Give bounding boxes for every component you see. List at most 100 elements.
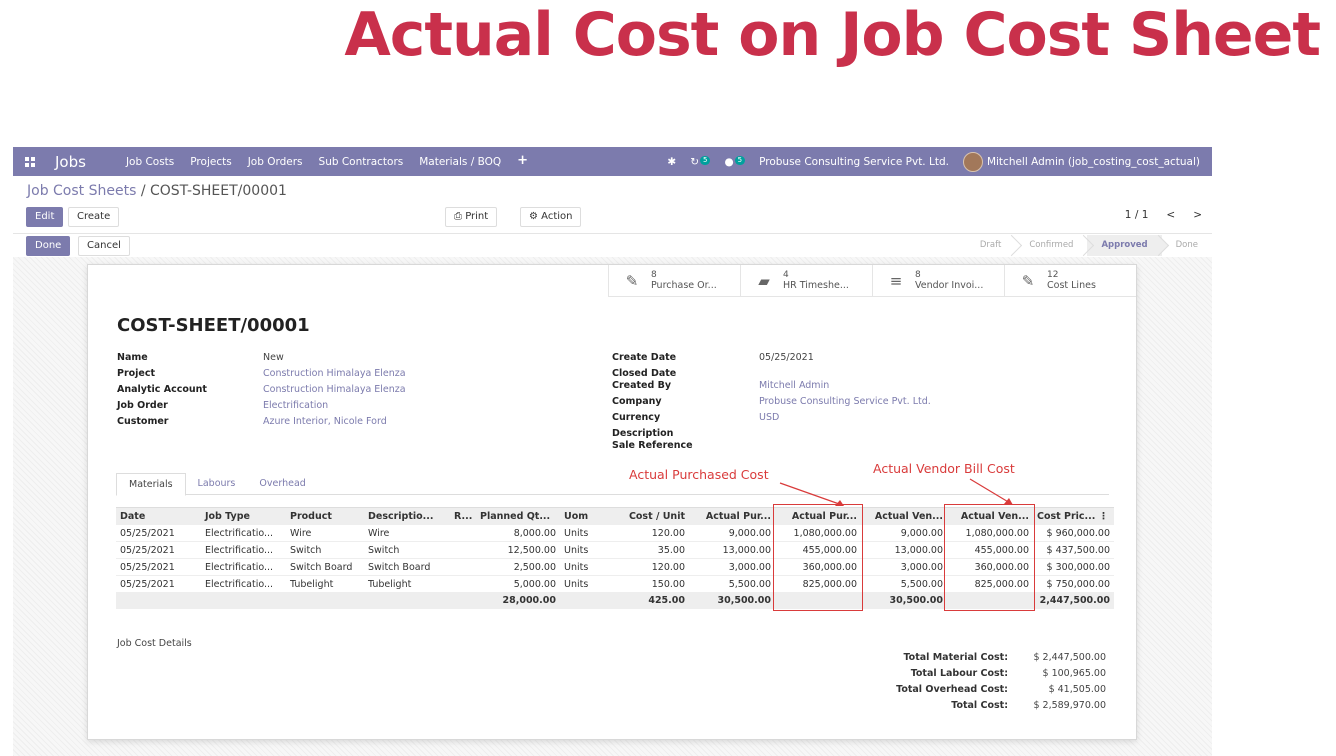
breadcrumb-parent[interactable]: Job Cost Sheets	[27, 183, 136, 199]
table-cell: Tubelight	[364, 575, 450, 593]
smart-button-purchase-orders[interactable]: ✎ 8 Purchase Or...	[608, 265, 740, 297]
field-value-link[interactable]: Construction Himalaya Elenza	[263, 368, 406, 379]
table-cell: 5,000.00	[476, 575, 560, 593]
status-done[interactable]: Done	[1162, 235, 1212, 256]
smart-button-hr-timesheets[interactable]: ▰ 4 HR Timeshe...	[740, 265, 872, 297]
company-switcher[interactable]: Probuse Consulting Service Pvt. Ltd.	[759, 156, 949, 168]
tab-overhead[interactable]: Overhead	[247, 473, 317, 494]
gear-icon: ⚙	[529, 211, 542, 222]
field-label: Customer	[117, 416, 169, 427]
field-project: Project Construction Himalaya Elenza	[117, 368, 557, 384]
col-header[interactable]: Descriptio...	[364, 507, 450, 525]
field-value-link[interactable]: Mitchell Admin	[759, 380, 829, 391]
banner-title: Actual Cost on Job Cost Sheet	[344, 0, 1321, 70]
table-total-cell	[286, 592, 364, 609]
user-name: Mitchell Admin (job_costing_cost_actual)	[986, 155, 1200, 168]
field-value-link[interactable]: Probuse Consulting Service Pvt. Ltd.	[759, 396, 931, 407]
annotation-arrow	[969, 478, 1013, 505]
total-label: Total Cost:	[951, 700, 1008, 711]
field-label: Name	[117, 352, 148, 363]
smart-count: 4	[783, 270, 789, 280]
menu-job-costs[interactable]: Job Costs	[126, 156, 174, 168]
col-header[interactable]: Actual Ven...	[861, 507, 947, 525]
col-header[interactable]: Product	[286, 507, 364, 525]
messages-icon[interactable]: ● 5	[724, 155, 746, 168]
total-value: $ 100,965.00	[1042, 668, 1106, 679]
table-cell: Switch	[286, 541, 364, 559]
apps-grid-icon[interactable]	[25, 156, 39, 167]
table-cell: Wire	[364, 524, 450, 542]
column-options-icon[interactable]: ⋮	[1099, 511, 1109, 522]
book-icon: ▰	[758, 272, 770, 290]
status-approved[interactable]: Approved	[1087, 235, 1162, 256]
breadcrumb: Job Cost Sheets / COST-SHEET/00001	[27, 183, 287, 199]
table-total-cell	[116, 592, 201, 609]
control-panel-buttons: Edit Create ⎙ Print ⚙ Action	[13, 207, 1212, 227]
field-value-link[interactable]: Azure Interior, Nicole Ford	[263, 416, 387, 427]
menu-sub-contractors[interactable]: Sub Contractors	[319, 156, 404, 168]
highlight-actual-vendor-bill-cost	[944, 504, 1035, 611]
activity-icon[interactable]: ↻ 5	[690, 155, 711, 168]
field-job-order: Job Order Electrification	[117, 400, 557, 416]
tab-labours[interactable]: Labours	[186, 473, 248, 494]
total-overhead-cost: Total Overhead Cost: $ 41,505.00	[896, 682, 1106, 698]
create-button[interactable]: Create	[68, 207, 120, 227]
table-cell: $ 437,500.00	[1033, 541, 1114, 559]
pager-next-button[interactable]: >	[1193, 209, 1202, 221]
field-value-link[interactable]: Electrification	[263, 400, 328, 411]
table-total-cell	[364, 592, 450, 609]
total-cost: Total Cost: $ 2,589,970.00	[896, 698, 1106, 714]
table-total-cell: 2,447,500.00	[1033, 592, 1114, 609]
field-created-by: Created By Mitchell Admin	[612, 380, 1052, 396]
menu-job-orders[interactable]: Job Orders	[248, 156, 303, 168]
field-value-link[interactable]: USD	[759, 412, 779, 423]
smart-label: Purchase Or...	[651, 280, 717, 291]
menu-materials-boq[interactable]: Materials / BOQ	[419, 156, 501, 168]
top-navbar: Jobs Job Costs Projects Job Orders Sub C…	[13, 147, 1212, 176]
pager-prev-button[interactable]: <	[1166, 209, 1175, 221]
smart-button-cost-lines[interactable]: ✎ 12 Cost Lines	[1004, 265, 1136, 297]
table-cell: Units	[560, 541, 606, 559]
field-label: Company	[612, 396, 662, 407]
field-label: Project	[117, 368, 156, 379]
print-button[interactable]: ⎙ Print	[445, 207, 498, 227]
col-header[interactable]: Date	[116, 507, 201, 525]
user-menu[interactable]: Mitchell Admin (job_costing_cost_actual)	[962, 151, 1200, 172]
navbar-systray: ✱ ↻ 5 ● 5 Probuse Consulting Service Pvt. …	[667, 147, 1200, 176]
col-header[interactable]: Planned Qt...	[476, 507, 560, 525]
field-value-link[interactable]: Construction Himalaya Elenza	[263, 384, 406, 395]
field-label: Currency	[612, 412, 661, 423]
col-header[interactable]: Actual Pur...	[689, 507, 775, 525]
table-cell: 3,000.00	[689, 558, 775, 576]
app-name[interactable]: Jobs	[55, 153, 86, 171]
col-header[interactable]: Cost / Unit	[606, 507, 689, 525]
table-cell	[450, 575, 476, 593]
col-header[interactable]: Job Type	[201, 507, 286, 525]
edit-button[interactable]: Edit	[26, 207, 64, 227]
table-cell: Units	[560, 575, 606, 593]
col-header[interactable]: Uom	[560, 507, 606, 525]
smart-label: Cost Lines	[1047, 280, 1096, 291]
total-material-cost: Total Material Cost: $ 2,447,500.00	[896, 650, 1106, 666]
plus-icon[interactable]: +	[517, 154, 528, 168]
col-header[interactable]: Cost Pric... ⋮	[1033, 507, 1114, 525]
total-value: $ 2,447,500.00	[1033, 652, 1106, 663]
menu-projects[interactable]: Projects	[190, 156, 231, 168]
done-button[interactable]: Done	[26, 236, 71, 256]
divider	[13, 233, 1212, 234]
smart-button-vendor-invoices[interactable]: ≡ 8 Vendor Invoi...	[872, 265, 1004, 297]
tab-materials[interactable]: Materials	[116, 473, 186, 496]
pager-value[interactable]: 1 / 1	[1125, 209, 1149, 221]
col-header[interactable]: R...	[450, 507, 476, 525]
status-confirmed[interactable]: Confirmed	[1015, 235, 1087, 256]
record-title: COST-SHEET/00001	[117, 315, 310, 336]
table-cell: 2,500.00	[476, 558, 560, 576]
table-cell: 5,500.00	[689, 575, 775, 593]
smart-count: 8	[651, 270, 657, 280]
status-draft[interactable]: Draft	[966, 235, 1015, 256]
field-label: Create Date	[612, 352, 677, 363]
bug-icon[interactable]: ✱	[667, 156, 676, 168]
smart-label: Vendor Invoi...	[915, 280, 984, 291]
action-button[interactable]: ⚙ Action	[520, 207, 582, 227]
cancel-button[interactable]: Cancel	[78, 236, 130, 256]
